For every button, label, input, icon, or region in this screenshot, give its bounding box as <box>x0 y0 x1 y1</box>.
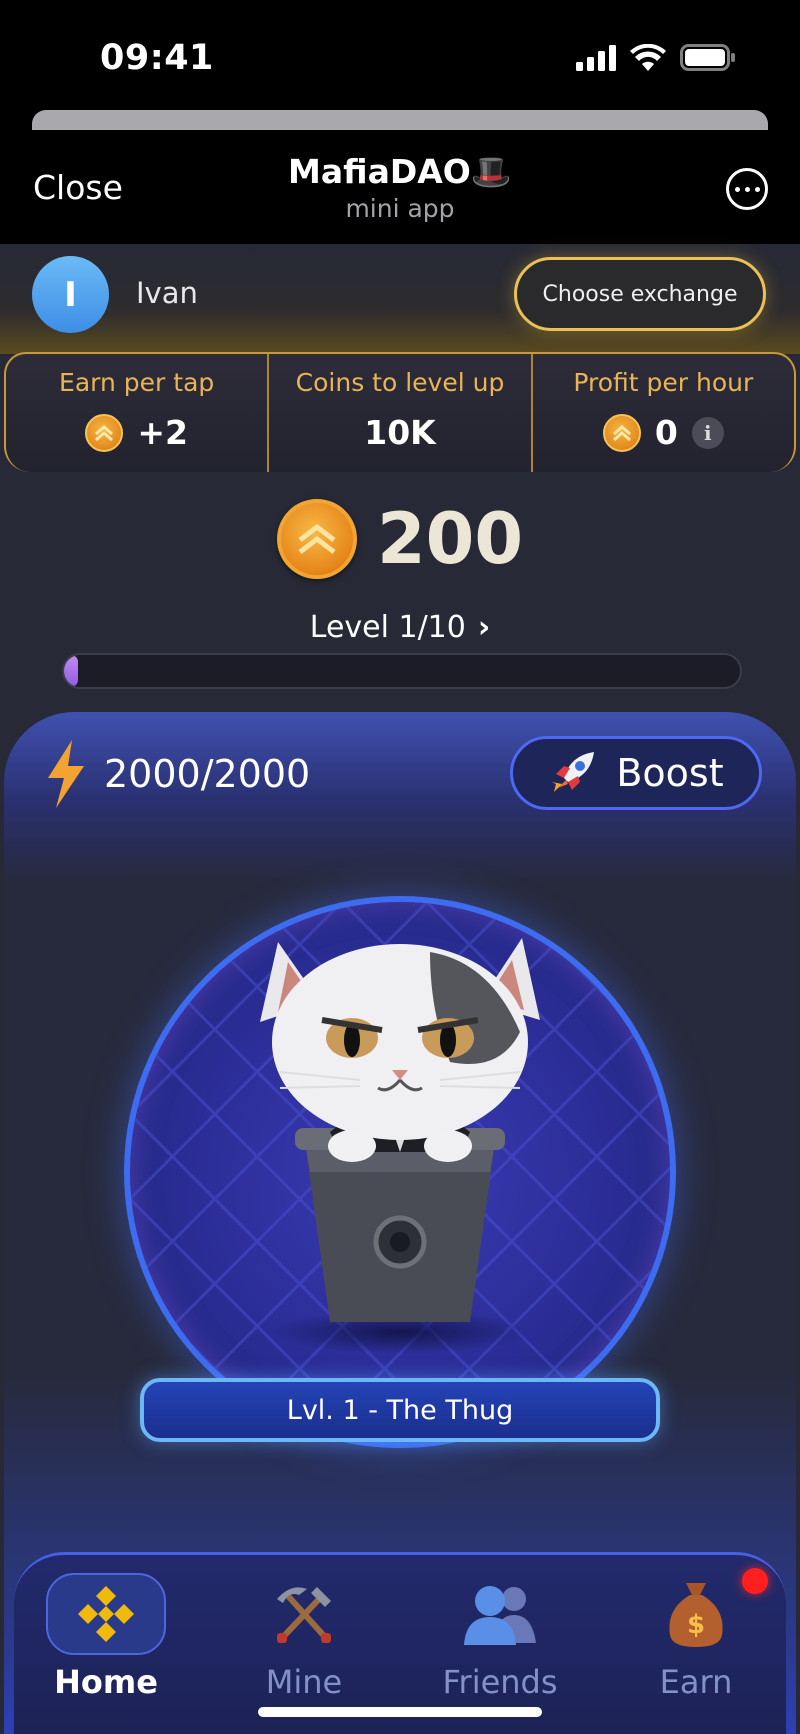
notification-dot <box>742 1568 768 1594</box>
coin-icon <box>85 413 124 452</box>
coin-icon <box>602 413 641 452</box>
signal-icon <box>576 44 616 71</box>
nav-label: Home <box>54 1663 158 1701</box>
wifi-icon <box>630 44 666 71</box>
stat-label: Profit per hour <box>573 368 754 397</box>
stat-value: 0 <box>654 413 678 452</box>
nav-label: Mine <box>265 1663 343 1701</box>
nav-item-mine[interactable]: Mine <box>224 1573 384 1701</box>
friends-icon <box>445 1573 555 1655</box>
level-link[interactable]: Level 1/10 › <box>0 610 800 645</box>
stat-coins-to-level-up: Coins to level up 10K <box>267 354 530 472</box>
pickaxe-shovel-icon <box>249 1573 359 1655</box>
tap-character-button[interactable] <box>124 896 676 1448</box>
money-bag-icon: $ <box>641 1573 751 1655</box>
level-label: Level 1/10 <box>309 610 466 645</box>
boost-label: Boost <box>616 751 724 795</box>
level-progress-bar <box>62 653 742 689</box>
energy-value: 2000/2000 <box>104 752 311 796</box>
battery-icon <box>680 44 735 71</box>
svg-text:$: $ <box>687 1610 705 1640</box>
level-progress-fill <box>64 655 78 687</box>
nav-label: Earn <box>659 1663 733 1701</box>
avatar[interactable]: I <box>32 256 109 333</box>
app-screen: 09:41 Close MafiaDAO🎩 mini app I Ivan Ch… <box>0 0 800 1734</box>
stat-value-row: +2 <box>6 413 267 452</box>
nav-item-friends[interactable]: Friends <box>420 1573 580 1701</box>
app-title: MafiaDAO🎩 <box>0 152 800 192</box>
app-subtitle: mini app <box>345 194 455 223</box>
lightning-icon <box>48 740 84 808</box>
choose-exchange-button[interactable]: Choose exchange <box>514 257 766 331</box>
status-bar: 09:41 <box>0 0 800 110</box>
chevron-right-icon: › <box>477 610 491 645</box>
top-hat-icon: 🎩 <box>470 152 512 191</box>
coin-balance: 200 <box>0 496 800 582</box>
stat-profit-per-hour: Profit per hour 0 i <box>530 354 794 472</box>
stat-label: Coins to level up <box>295 368 505 397</box>
status-icons <box>576 44 736 71</box>
rank-label: Lvl. 1 - The Thug <box>140 1378 660 1442</box>
more-options-button[interactable] <box>726 168 768 210</box>
stat-value-row: 0 i <box>533 413 794 452</box>
app-title-text: MafiaDAO <box>288 152 471 191</box>
info-icon[interactable]: i <box>691 416 724 449</box>
nav-item-home[interactable]: Home <box>26 1573 186 1701</box>
sheet-handle[interactable] <box>32 110 768 130</box>
binance-diamond-icon <box>46 1573 166 1655</box>
balance-value: 200 <box>376 498 524 580</box>
stats-panel: Earn per tap +2 Coins to level up 10K Pr… <box>4 352 796 472</box>
status-time: 09:41 <box>100 38 214 78</box>
stat-label: Earn per tap <box>59 368 215 397</box>
home-indicator[interactable] <box>258 1707 542 1717</box>
coin-icon <box>276 499 357 579</box>
stat-value: +2 <box>137 413 188 452</box>
mini-app-header: Close MafiaDAO🎩 mini app <box>0 110 800 244</box>
username: Ivan <box>136 276 198 310</box>
stat-value: 10K <box>364 413 436 452</box>
boost-button[interactable]: Boost <box>510 736 762 810</box>
user-row: I Ivan Choose exchange <box>0 244 800 354</box>
stat-value-row: 10K <box>269 413 530 452</box>
energy-indicator: 2000/2000 <box>44 740 310 808</box>
nav-label: Friends <box>442 1663 558 1701</box>
stat-earn-per-tap: Earn per tap +2 <box>6 354 267 472</box>
cat-in-trash-can-illustration <box>130 902 670 1442</box>
rocket-icon <box>552 752 595 792</box>
